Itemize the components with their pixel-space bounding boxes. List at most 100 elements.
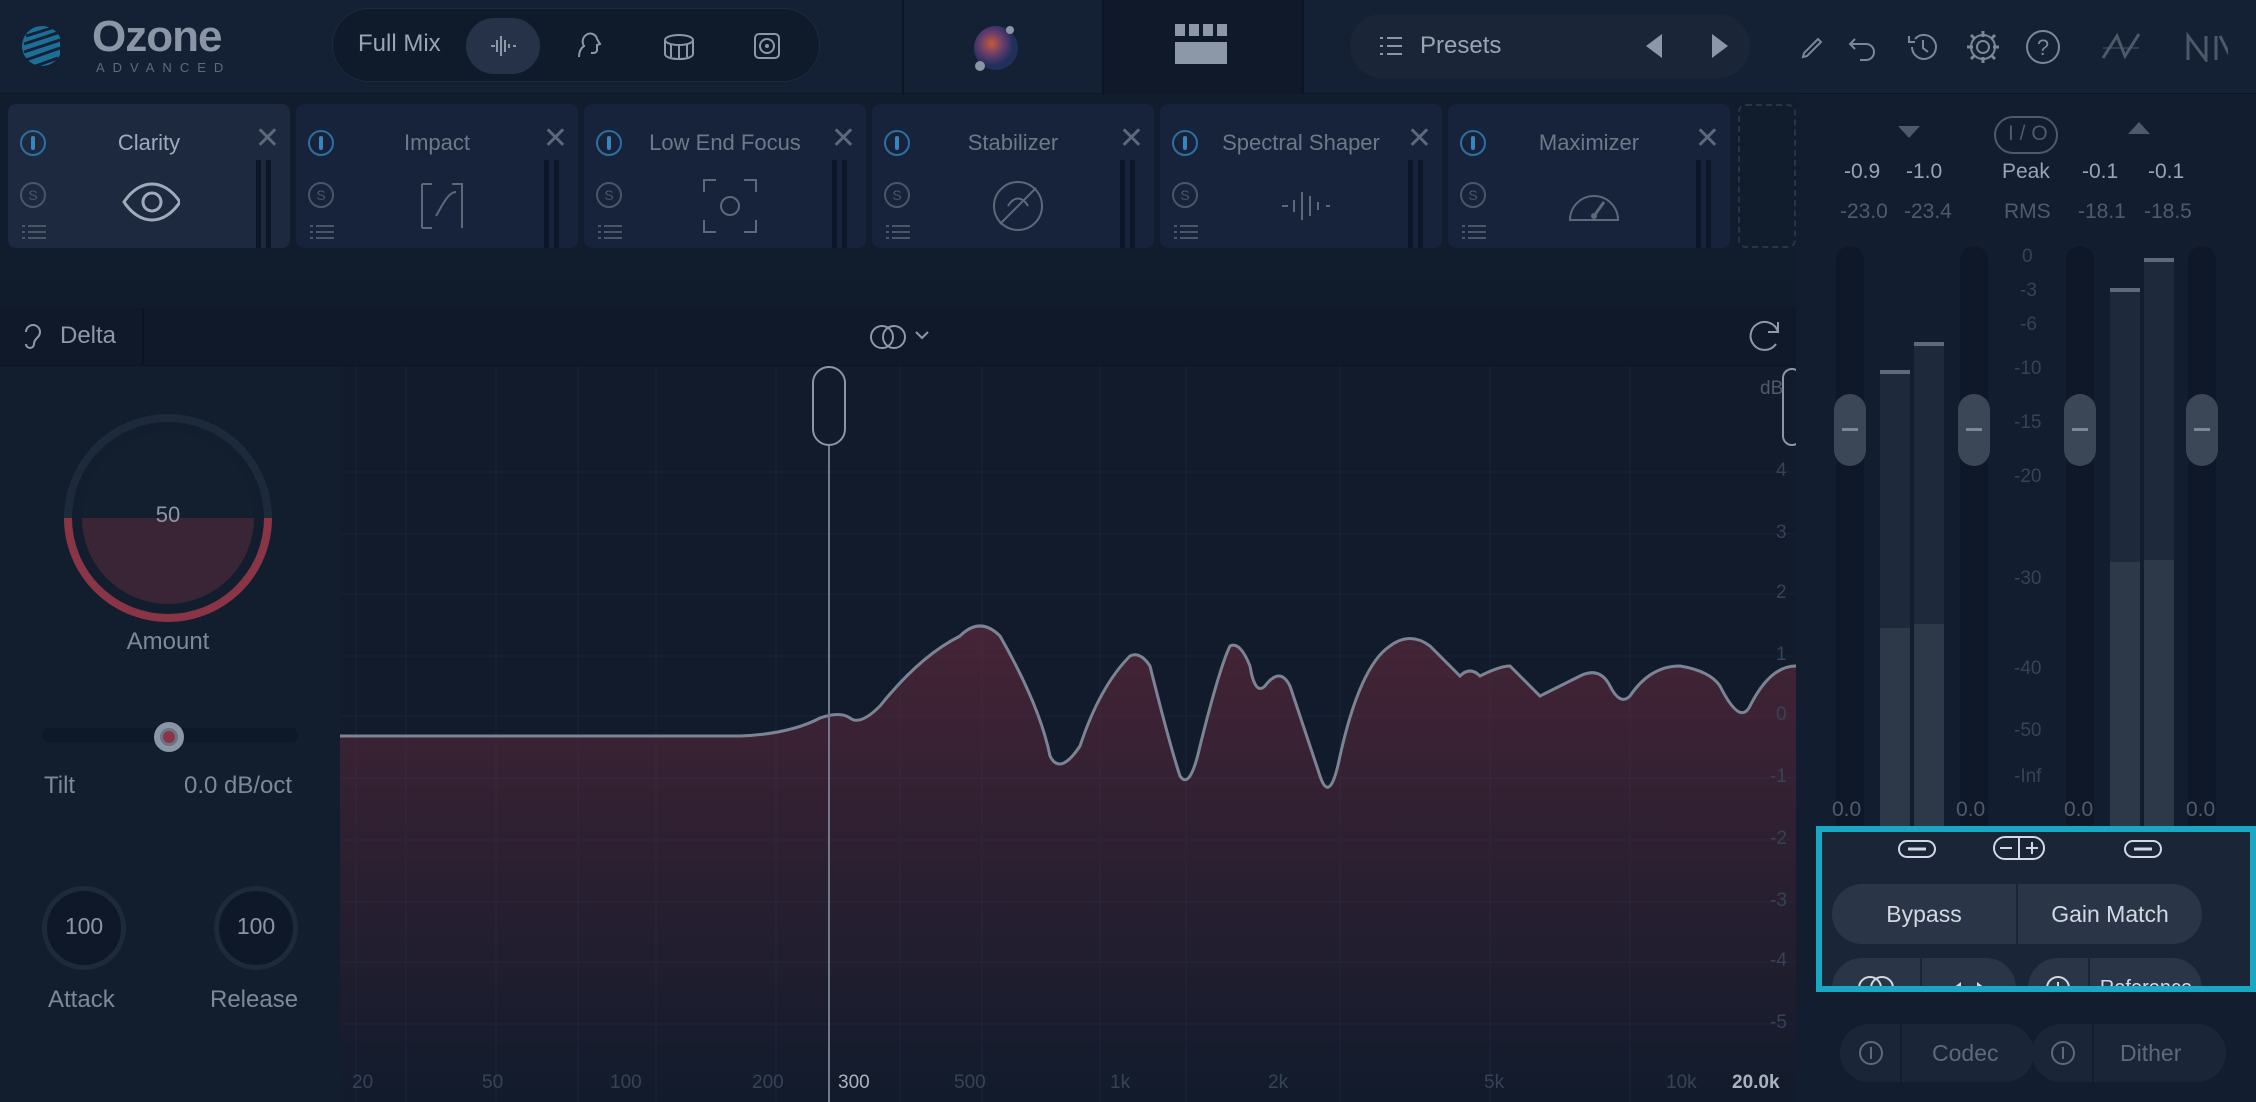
- undo-icon[interactable]: [1842, 26, 1884, 68]
- module-spectral-shaper[interactable]: Spectral Shaper S ✕: [1160, 104, 1442, 248]
- module-impact[interactable]: Impact S ✕: [296, 104, 578, 248]
- bypass-button[interactable]: Bypass: [1832, 884, 2016, 944]
- y-tick: -3: [1770, 890, 1787, 911]
- gain-match-button[interactable]: Gain Match: [2018, 884, 2202, 944]
- attack-knob[interactable]: 100: [42, 886, 126, 970]
- shaper-icon: [1282, 192, 1330, 220]
- frequency-handle[interactable]: [812, 366, 846, 446]
- power-icon[interactable]: [2050, 1040, 2076, 1066]
- ear-icon[interactable]: [22, 322, 42, 352]
- close-icon[interactable]: ✕: [543, 124, 568, 154]
- solo-icon[interactable]: S: [1172, 182, 1198, 208]
- pencil-icon[interactable]: [1792, 26, 1834, 68]
- amount-value: 50: [155, 502, 181, 527]
- presets-label[interactable]: Presets: [1420, 32, 1501, 60]
- visual-mixer-orb-icon[interactable]: [970, 20, 1024, 74]
- eye-icon: [122, 182, 180, 222]
- meter-scale-tick: -15: [2014, 412, 2042, 433]
- module-name: Spectral Shaper: [1222, 130, 1380, 155]
- reference-button[interactable]: Reference: [2090, 958, 2202, 986]
- stereo-link-icon[interactable]: [868, 322, 908, 352]
- module-maximizer[interactable]: Maximizer S ✕: [1448, 104, 1730, 248]
- close-icon[interactable]: ✕: [831, 124, 856, 154]
- y-tick: 2: [1776, 582, 1787, 603]
- x-tick: 200: [752, 1072, 784, 1093]
- y-tick: -1: [1770, 766, 1787, 787]
- module-clarity[interactable]: Clarity S ✕: [8, 104, 290, 248]
- vocal-icon[interactable]: [552, 18, 626, 74]
- module-low-end-focus[interactable]: Low End Focus S ✕: [584, 104, 866, 248]
- release-knob[interactable]: 100: [214, 886, 298, 970]
- solo-icon[interactable]: S: [1460, 182, 1486, 208]
- input-gain-fader-right-thumb[interactable]: [1958, 394, 1990, 466]
- solo-icon[interactable]: S: [596, 182, 622, 208]
- gear-icon[interactable]: [1962, 26, 2004, 68]
- input-gain-fader[interactable]: [1836, 246, 1864, 874]
- drum-icon[interactable]: [642, 18, 716, 74]
- reference-power-button[interactable]: [2028, 958, 2088, 986]
- codec-button[interactable]: Codec: [1840, 1024, 2034, 1082]
- waveform-icon[interactable]: [466, 18, 540, 74]
- delta-label[interactable]: Delta: [60, 322, 116, 350]
- tilt-slider-thumb[interactable]: [154, 722, 184, 752]
- output-gain-fader[interactable]: [2066, 246, 2094, 874]
- dither-button[interactable]: Dither: [2032, 1024, 2226, 1082]
- input-rms-left: -23.0: [1840, 200, 1888, 223]
- y-tick: 4: [1776, 460, 1787, 481]
- list-icon[interactable]: [22, 224, 46, 240]
- input-gain-left-value[interactable]: 0.0: [1832, 798, 1861, 822]
- list-icon[interactable]: [598, 224, 622, 240]
- eq-curve-icon[interactable]: [2100, 26, 2142, 68]
- module-chain: Clarity S ✕ Impact S ✕ Low End Focus S ✕…: [0, 94, 1796, 280]
- input-meter-arrow-icon: [1898, 126, 1920, 138]
- module-name: Low End Focus: [649, 130, 801, 155]
- close-icon[interactable]: ✕: [1695, 124, 1720, 154]
- history-icon[interactable]: [1902, 26, 1944, 68]
- list-icon[interactable]: [886, 224, 910, 240]
- preset-next-button[interactable]: [1712, 34, 1728, 58]
- add-module-slot[interactable]: [1738, 104, 1796, 248]
- power-icon[interactable]: [1858, 1040, 1884, 1066]
- output-gain-fader-right-thumb[interactable]: [2186, 394, 2218, 466]
- full-mix-label[interactable]: Full Mix: [358, 30, 441, 58]
- x-tick: 20.0k: [1732, 1072, 1780, 1093]
- close-icon[interactable]: ✕: [1119, 124, 1144, 154]
- list-icon[interactable]: [310, 224, 334, 240]
- list-icon[interactable]: [1462, 224, 1486, 240]
- output-gain-fader-right[interactable]: [2188, 246, 2216, 874]
- output-gain-left-value[interactable]: 0.0: [2064, 798, 2093, 822]
- channel-swap-button[interactable]: [1922, 958, 2016, 986]
- presets-bar[interactable]: [1350, 14, 1750, 78]
- solo-icon[interactable]: S: [20, 182, 46, 208]
- output-peak-right: -0.1: [2148, 160, 2185, 183]
- y-tick: 0: [1776, 704, 1787, 725]
- link-icon[interactable]: [2122, 836, 2166, 862]
- stereo-mode-button[interactable]: [1832, 958, 1920, 986]
- codec-label: Codec: [1932, 1040, 1999, 1066]
- input-gain-fader-right[interactable]: [1960, 246, 1988, 874]
- minus-plus-icon[interactable]: [1992, 834, 2048, 862]
- refresh-icon[interactable]: [1746, 318, 1786, 358]
- meter-scale-tick: -3: [2020, 280, 2037, 301]
- close-icon[interactable]: ✕: [1407, 124, 1432, 154]
- module-browser-button[interactable]: [1104, 0, 1302, 94]
- solo-icon[interactable]: S: [308, 182, 334, 208]
- chevron-down-icon[interactable]: [914, 330, 930, 342]
- output-gain-fader-thumb[interactable]: [2064, 394, 2096, 466]
- preset-prev-button[interactable]: [1646, 34, 1662, 58]
- input-gain-fader-thumb[interactable]: [1834, 394, 1866, 466]
- link-icon[interactable]: [1896, 836, 1940, 862]
- spectrum-graph[interactable]: dB 4 3 2 1 0 -1 -2 -3 -4 -5 20 50 100 20…: [340, 366, 1802, 1102]
- input-gain-right-value[interactable]: 0.0: [1956, 798, 1985, 822]
- close-icon[interactable]: ✕: [255, 124, 280, 154]
- stabilizer-icon: [993, 181, 1043, 231]
- solo-icon[interactable]: S: [884, 182, 910, 208]
- list-icon[interactable]: [1174, 224, 1198, 240]
- highlight-region: Bypass Gain Match Reference: [1816, 826, 2256, 992]
- output-gain-right-value[interactable]: 0.0: [2186, 798, 2215, 822]
- help-icon[interactable]: ?: [2022, 26, 2064, 68]
- controls-panel: 50 Amount Tilt 0.0 dB/oct 100 Attack 100…: [0, 366, 340, 1102]
- speaker-icon[interactable]: [730, 18, 804, 74]
- module-stabilizer[interactable]: Stabilizer S ✕: [872, 104, 1154, 248]
- x-tick: 2k: [1268, 1072, 1289, 1093]
